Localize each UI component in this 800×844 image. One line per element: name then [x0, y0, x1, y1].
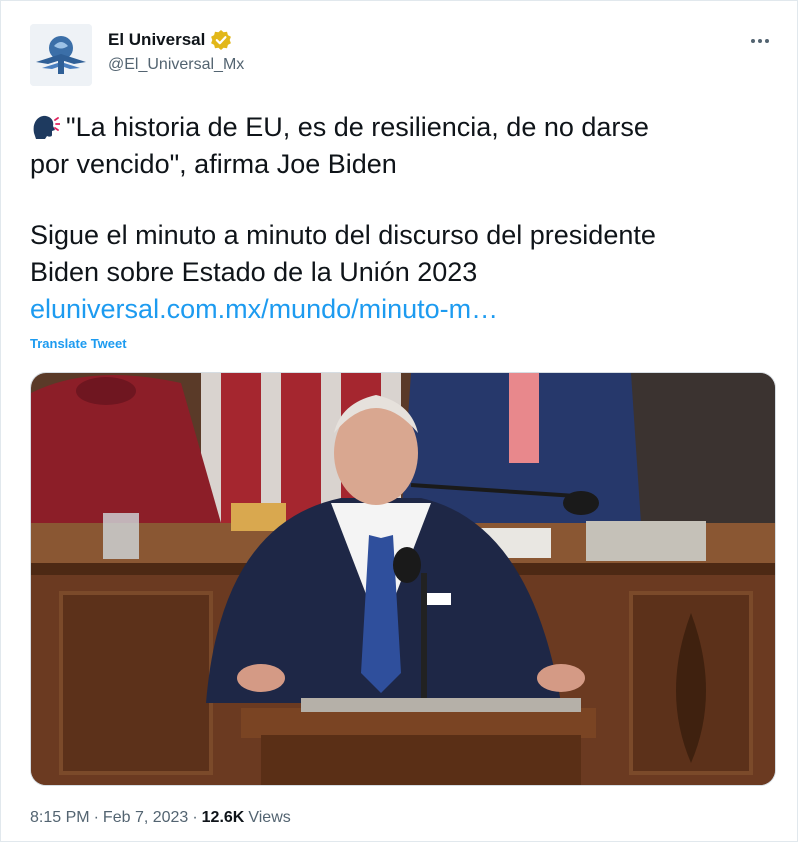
views-label: Views [248, 809, 291, 826]
views-count: 12.6K [201, 809, 245, 826]
tweet-line-1: "La historia de EU, es de resiliencia, d… [30, 109, 770, 146]
more-options-button[interactable] [745, 29, 775, 53]
tweet-photo[interactable] [30, 372, 776, 786]
tweet-text: "La historia de EU, es de resiliencia, d… [30, 109, 770, 328]
tweet-line-3: Sigue el minuto a minuto del discurso de… [30, 220, 656, 250]
el-universal-logo-icon [30, 24, 92, 86]
tweet-line-2: por vencido", afirma Joe Biden [30, 149, 397, 179]
verified-badge-icon [210, 29, 232, 51]
meta-separator: · [192, 809, 198, 826]
author-handle[interactable]: @El_Universal_Mx [108, 56, 244, 74]
tweet-date[interactable]: Feb 7, 2023 [103, 809, 188, 827]
more-dots-icon [751, 39, 755, 43]
tweet-line-4: Biden sobre Estado de la Unión 2023 [30, 257, 478, 287]
display-name[interactable]: El Universal [108, 30, 205, 50]
avatar[interactable] [30, 24, 92, 86]
speaking-head-icon [30, 111, 61, 141]
tweet-line-1-text: "La historia de EU, es de resiliencia, d… [66, 112, 649, 142]
article-link[interactable]: eluniversal.com.mx/mundo/minuto-m… [30, 294, 498, 324]
tweet-card: El Universal @El_Universal_Mx "La histor… [0, 0, 798, 842]
translate-tweet-button[interactable]: Translate Tweet [30, 336, 127, 351]
tweet-time[interactable]: 8:15 PM [30, 809, 90, 827]
author-name-row: El Universal [108, 29, 232, 51]
meta-separator: · [93, 809, 99, 826]
speech-photo-image [31, 373, 775, 785]
tweet-meta: 8:15 PM · Feb 7, 2023 · 12.6K Views [30, 809, 291, 827]
